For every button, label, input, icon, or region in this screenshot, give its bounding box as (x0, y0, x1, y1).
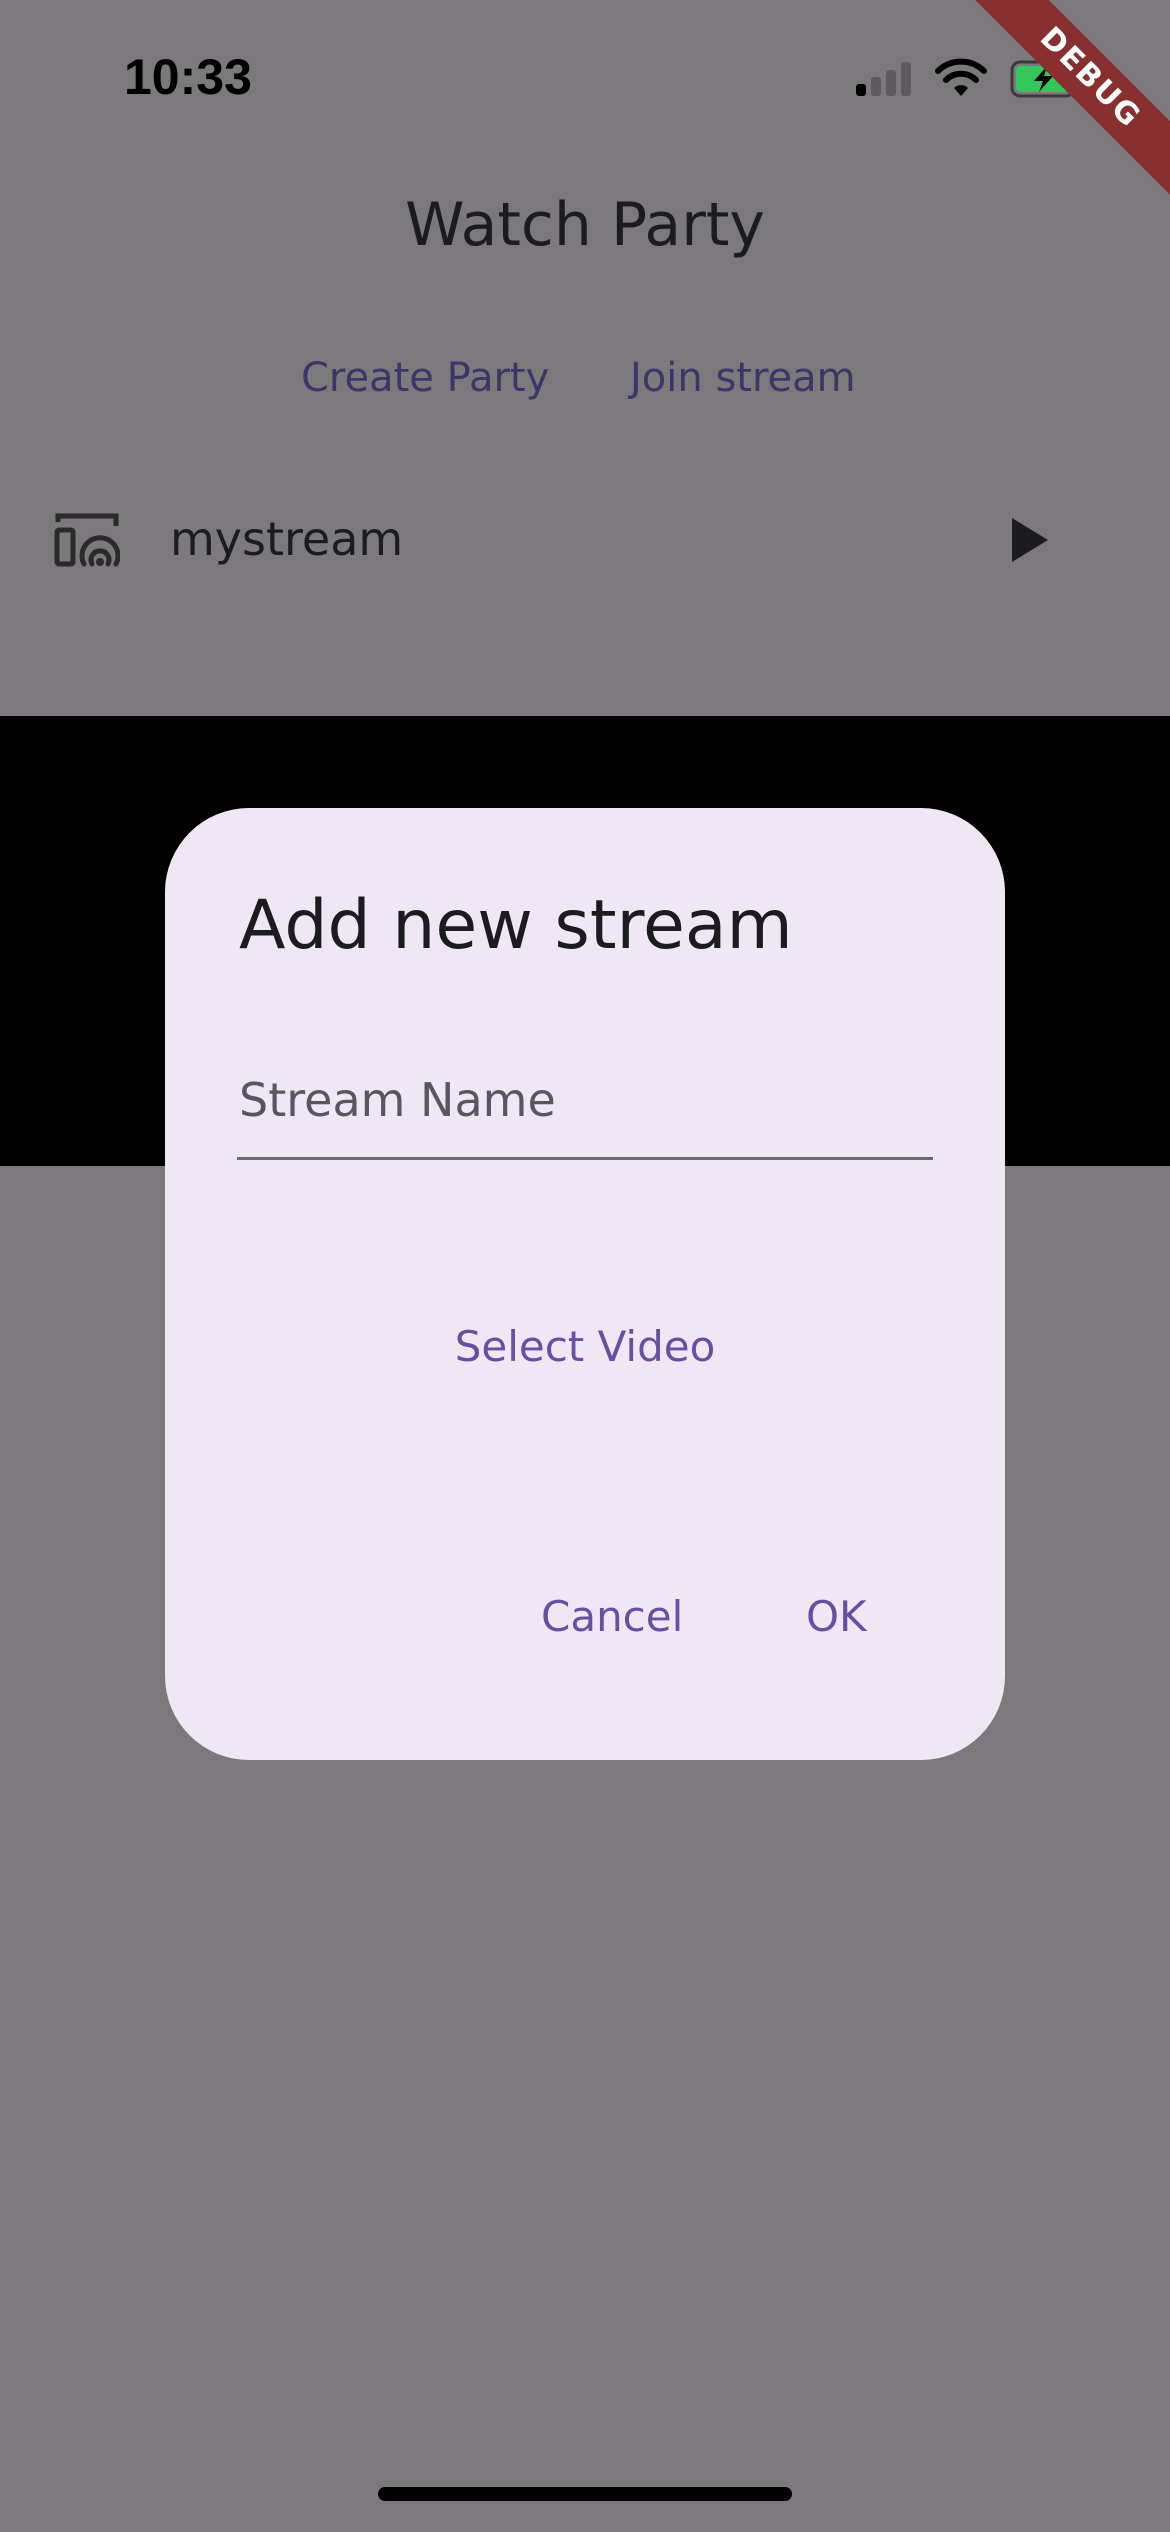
status-time: 10:33 (124, 49, 252, 105)
cast-stream-icon (54, 513, 120, 567)
stream-list-item[interactable]: mystream (0, 480, 1170, 600)
debug-banner: DEBUG (950, 0, 1170, 220)
create-party-button[interactable]: Create Party (301, 355, 549, 401)
join-stream-button[interactable]: Join stream (630, 355, 856, 401)
cancel-button[interactable]: Cancel (541, 1592, 683, 1641)
ok-button[interactable]: OK (806, 1592, 867, 1641)
play-icon[interactable] (1010, 516, 1050, 564)
add-stream-dialog: Add new stream Select Video Cancel OK (165, 808, 1005, 1760)
home-indicator (378, 2487, 792, 2501)
app-screen: 10:33 DEBUG Watch Party Create Party Joi… (0, 0, 1170, 2532)
app-title: Watch Party (405, 190, 765, 260)
select-video-button[interactable]: Select Video (165, 1322, 1005, 1371)
stream-name-label: mystream (170, 512, 404, 566)
cellular-signal-icon (856, 62, 912, 96)
stream-name-input[interactable] (237, 1066, 933, 1160)
dialog-title: Add new stream (239, 886, 793, 965)
